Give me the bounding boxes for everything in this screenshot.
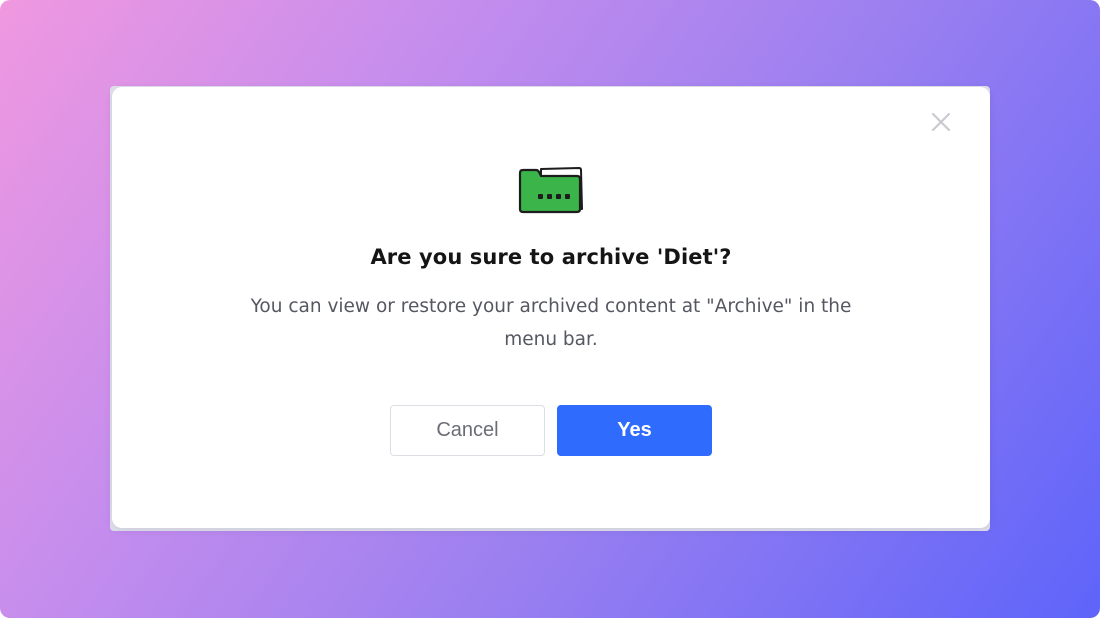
close-button[interactable] [928,109,954,135]
close-icon [931,112,951,132]
confirm-yes-button[interactable]: Yes [557,405,712,456]
dialog-message: You can view or restore your archived co… [250,296,852,350]
dialog-title: Are you sure to archive 'Diet'? [370,245,732,269]
cancel-button[interactable]: Cancel [390,405,545,456]
archive-confirm-dialog: Are you sure to archive 'Diet'? You can … [112,87,990,528]
app-background: Are you sure to archive 'Diet'? You can … [0,0,1100,618]
folder-icon [518,167,583,214]
